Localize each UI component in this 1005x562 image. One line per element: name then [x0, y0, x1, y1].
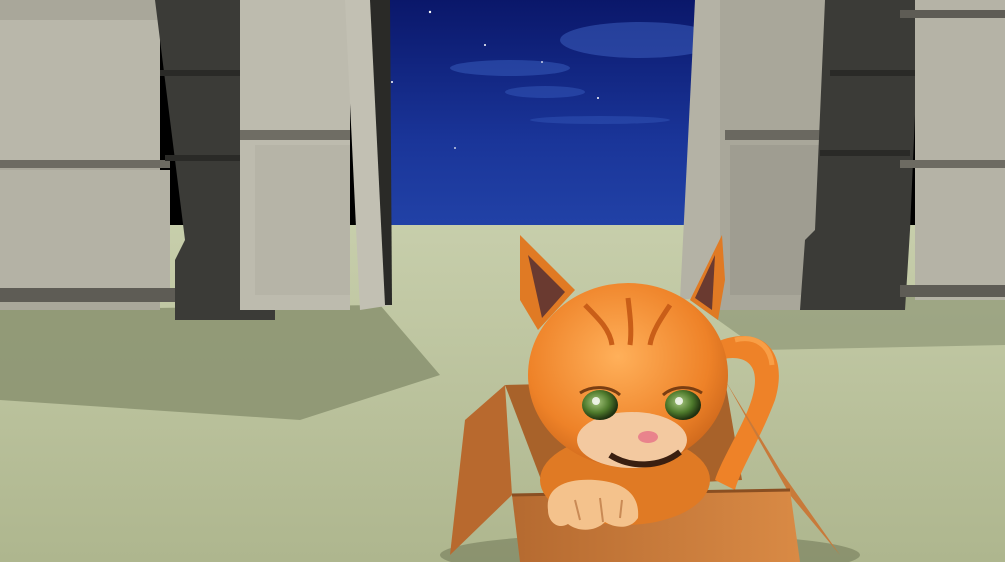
game-scene — [0, 0, 1005, 562]
stone-wall-left — [0, 0, 392, 320]
game-viewport[interactable] — [0, 0, 1005, 562]
stone-wall-right — [680, 0, 1005, 310]
night-sky-gateway — [370, 0, 720, 235]
